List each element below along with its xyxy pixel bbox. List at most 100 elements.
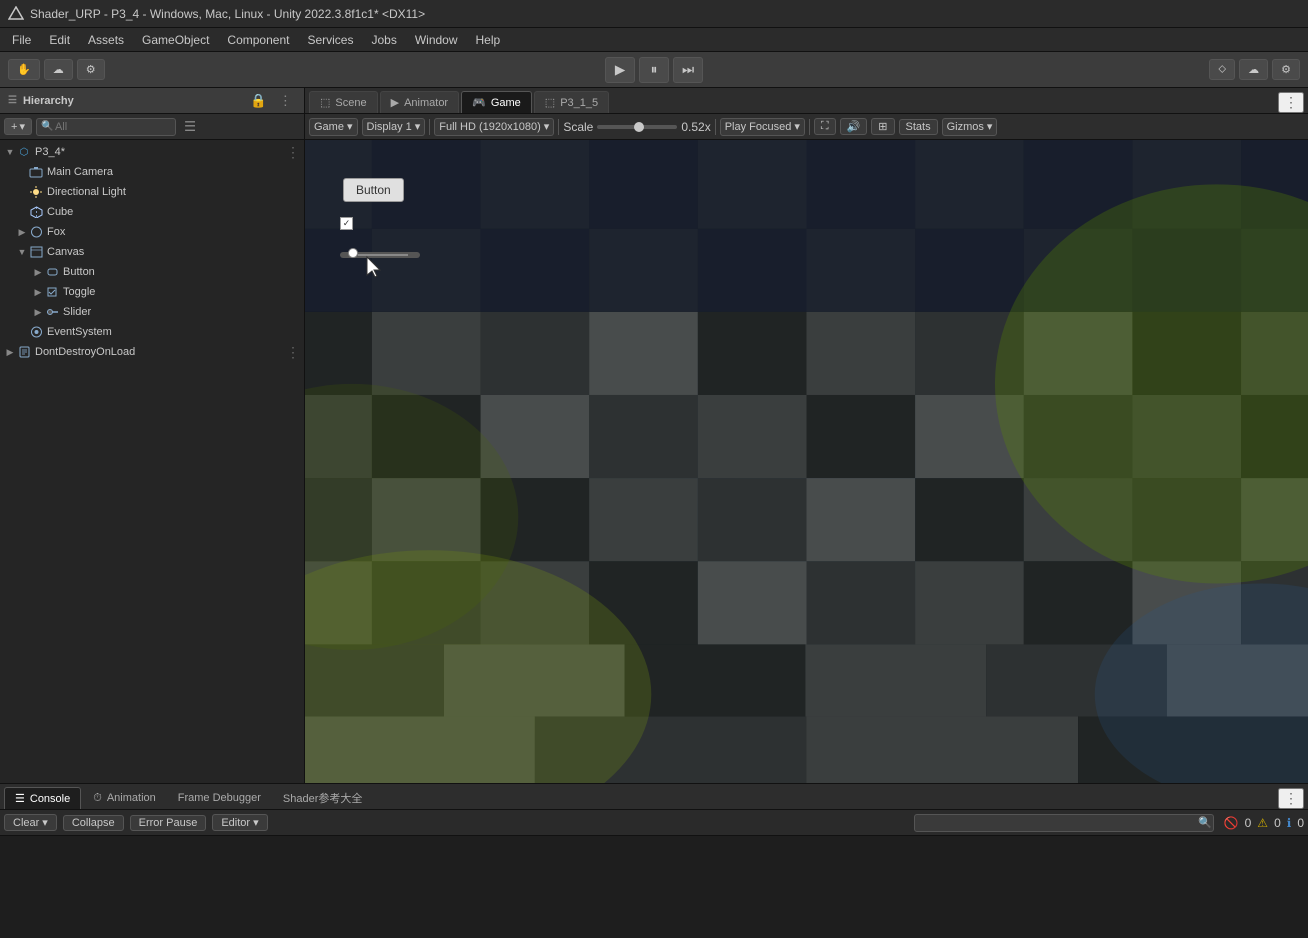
menu-file[interactable]: File [4,31,39,49]
console-tab-icon: ☰ [15,792,25,805]
clear-button[interactable]: Clear ▾ [4,814,57,831]
scene-area: ⬚ Scene ▶ Animator 🎮 Game ⬚ P3_1_5 ⋮ Gam… [305,88,1308,783]
tab-console[interactable]: ☰ Console [4,787,81,809]
play-button[interactable]: ▶ [605,57,635,83]
display-number-select[interactable]: Display 1 ▾ [362,118,426,136]
pause-button[interactable]: ⏸ [639,57,669,83]
gizmos-label: Gizmos [947,121,984,133]
cloud-button[interactable]: ☁ [44,59,73,80]
tab-animator[interactable]: ▶ Animator [380,91,460,113]
tree-item-toggle[interactable]: ▶ Toggle [0,282,304,302]
title-bar-text: Shader_URP - P3_4 - Windows, Mac, Linux … [30,7,425,21]
stats-button[interactable]: Stats [899,119,938,135]
tree-item-fox[interactable]: ▶ Fox [0,222,304,242]
maximize-icon: ⛶ [821,120,829,133]
menu-help[interactable]: Help [468,31,509,49]
collab-button[interactable]: ⬦ [1209,59,1235,80]
tab-scene[interactable]: ⬚ Scene [309,91,378,113]
tree-icon-canvas [28,244,44,260]
menu-bar: File Edit Assets GameObject Component Se… [0,28,1308,52]
tree-item-canvas[interactable]: ▼ Canvas [0,242,304,262]
tree-dots-p3-4[interactable]: ⋮ [286,144,300,161]
hierarchy-filter-button[interactable]: ☰ [180,118,200,136]
info-icon: ℹ [1287,816,1292,830]
tree-label-dontdestroy: DontDestroyOnLoad [35,346,135,358]
game-ui-button[interactable]: Button [343,178,404,202]
step-button[interactable]: ⏭ [673,57,703,83]
resolution-select[interactable]: Full HD (1920x1080) ▾ [434,118,554,136]
game-ui-toggle[interactable]: ✓ [340,217,353,230]
console-tab-label: Console [30,793,70,805]
tree-item-main-camera[interactable]: Main Camera [0,162,304,182]
menu-assets[interactable]: Assets [80,31,132,49]
tab-shader-ref[interactable]: Shader参考大全 [273,787,372,809]
game-display-select[interactable]: Game ▾ [309,118,358,136]
bottom-panel: ☰ Console ⏱ Animation Frame Debugger Sha… [0,783,1308,938]
tree-icon-fox [28,224,44,240]
menu-services[interactable]: Services [299,31,361,49]
menu-jobs[interactable]: Jobs [363,31,404,49]
sync-icon: ☁ [1248,63,1259,76]
menu-window[interactable]: Window [407,31,466,49]
tree-arrow-button: ▶ [32,267,44,278]
tree-label-cube: Cube [47,206,73,218]
tree-item-p3-4[interactable]: ▼ ⬡ P3_4* ⋮ [0,142,304,162]
tree-label-toggle: Toggle [63,286,95,298]
tree-icon-toggle [44,284,60,300]
game-label: Game [314,121,344,133]
tab-frame-debugger[interactable]: Frame Debugger [168,787,271,809]
tree-item-eventsystem[interactable]: EventSystem [0,322,304,342]
hierarchy-search-input[interactable] [36,118,176,136]
audio-button[interactable]: 🔊 [840,118,868,135]
tab-animation[interactable]: ⏱ Animation [83,787,166,809]
game-toolbar-divider-4 [809,119,810,135]
maximize-button[interactable]: ⛶ [814,118,836,135]
tab-p3-1-5[interactable]: ⬚ P3_1_5 [534,91,609,113]
tree-dots-dontdestroy[interactable]: ⋮ [286,344,300,361]
tree-item-slider[interactable]: ▶ Slider [0,302,304,322]
grid-button[interactable]: ⊞ [871,118,894,135]
error-pause-button[interactable]: Error Pause [130,815,207,831]
game-tab-label: Game [491,97,521,109]
tree-item-dontdestroy[interactable]: ▶ DontDestroyOnLoad ⋮ [0,342,304,362]
editor-settings-button[interactable]: ⚙ [1272,59,1300,80]
shader-ref-label: Shader参考大全 [283,790,362,806]
hierarchy-tree: ▼ ⬡ P3_4* ⋮ Main Camera Directional Ligh… [0,140,304,783]
tree-item-cube[interactable]: Cube [0,202,304,222]
collapse-button[interactable]: Collapse [63,815,124,831]
play-focused-select[interactable]: Play Focused ▾ [720,118,805,136]
hierarchy-toolbar: + ▾ 🔍 ☰ [0,114,304,140]
menu-gameobject[interactable]: GameObject [134,31,217,49]
tab-menu-button[interactable]: ⋮ [1278,92,1304,113]
toggle-check-icon: ✓ [343,218,351,229]
tab-game[interactable]: 🎮 Game [461,91,532,113]
resolution-dropdown-icon: ▾ [544,120,550,133]
add-dropdown-icon: ▾ [19,120,25,133]
tree-icon-button [44,264,60,280]
bottom-panel-menu-button[interactable]: ⋮ [1278,788,1304,809]
pause-icon: ⏸ [651,62,658,78]
play-focused-dropdown-icon: ▾ [794,120,800,133]
main-content: ☰ Hierarchy 🔒 ⋮ + ▾ 🔍 ☰ ▼ ⬡ P3_4* [0,88,1308,783]
tree-icon-cube [28,204,44,220]
tree-icon-camera [28,164,44,180]
settings-button[interactable]: ⚙ [77,59,105,80]
tree-item-button[interactable]: ▶ Button [0,262,304,282]
move-tool-button[interactable]: ✋ [8,59,40,80]
tree-item-directional-light[interactable]: Directional Light [0,182,304,202]
editor-button[interactable]: Editor ▾ [212,814,267,831]
console-search-input[interactable] [914,814,1214,832]
cloud-sync-button[interactable]: ☁ [1239,59,1268,80]
hierarchy-menu-button[interactable]: ⋮ [275,92,296,110]
hierarchy-lock-button[interactable]: 🔒 [246,92,271,110]
hierarchy-panel-icon: ☰ [8,95,17,106]
hierarchy-search-wrap: 🔍 [36,118,176,136]
game-viewport[interactable]: Button ✓ [305,140,1308,783]
menu-component[interactable]: Component [219,31,297,49]
hierarchy-add-button[interactable]: + ▾ [4,118,32,135]
game-toolbar-divider-3 [715,119,716,135]
menu-edit[interactable]: Edit [41,31,78,49]
game-toolbar: Game ▾ Display 1 ▾ Full HD (1920x1080) ▾… [305,114,1308,140]
gizmos-select[interactable]: Gizmos ▾ [942,118,998,136]
scale-slider[interactable] [597,125,677,129]
